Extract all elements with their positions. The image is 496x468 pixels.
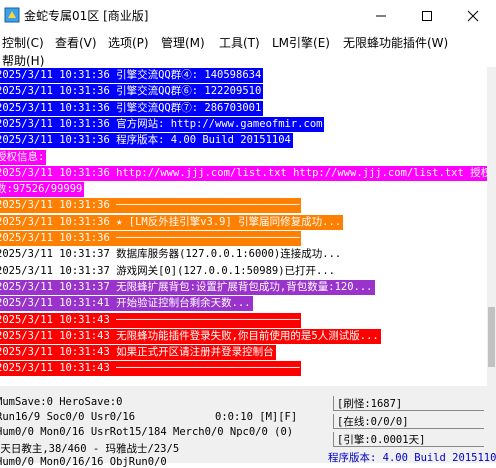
log-line: 数:97526/99999	[0, 182, 85, 198]
close-button[interactable]	[450, 0, 496, 31]
log-line: 2025/3/11 10:31:36 ─────────────────────…	[0, 198, 302, 214]
log-scrollbar[interactable]	[487, 67, 496, 386]
log-line: 2025/3/11 10:31:36 http://www.jjj.com/li…	[0, 165, 487, 181]
status-run: Run16/9 Soc0/0 Usr0/16	[0, 411, 136, 423]
log-line: 2025/3/11 10:31:37 游戏网关[0](127.0.0.1:509…	[0, 263, 338, 279]
log-line: 2025/3/11 10:31:36 ★ [LM反外挂引擎v3.9] 引擎届同修…	[0, 214, 344, 230]
log-line: 2025/3/11 10:31:43 如果正式开区请注册并登录控制台	[0, 345, 276, 361]
log-line: 2025/3/11 10:31:43 ─────────────────────…	[0, 361, 302, 377]
log-line: 2025/3/11 10:31:36 程序版本: 4.00 Build 2015…	[0, 133, 293, 149]
minimize-button[interactable]	[358, 0, 404, 31]
menu-plugin[interactable]: 无限蜂功能插件(W)	[343, 34, 448, 51]
online-count: [在线:0/0/0]	[337, 416, 409, 428]
log-line: 2025/3/11 10:31:36 ─────────────────────…	[0, 231, 302, 246]
refresh-count: [刷怪:1687]	[337, 398, 403, 410]
log-line: 2025/3/11 10:31:36 官方网站: http://www.game…	[0, 116, 325, 132]
status-boss: [天日教主,38/460 - 玛雅战士/23/5	[0, 443, 180, 455]
menu-tools[interactable]: 工具(T)	[219, 34, 260, 51]
menu-view[interactable]: 查看(V)	[55, 34, 97, 51]
window-title: 金蛇专属01区 [商业版]	[24, 9, 149, 23]
menu-control[interactable]: 控制(C)	[2, 34, 44, 51]
scroll-thumb[interactable]	[488, 307, 495, 367]
app-icon	[4, 7, 20, 23]
log-area[interactable]: 2025/3/11 10:31:36 引擎交流QQ群④: 140598634 20…	[0, 67, 487, 386]
log-line: 2025/3/11 10:31:36 引擎交流QQ群④: 140598634	[0, 68, 264, 83]
menu-options[interactable]: 选项(P)	[108, 34, 149, 51]
status-timer: 0:0:10 [M][F]	[215, 411, 298, 423]
status-objects: Hum0/0 Mon0/16/16 ObjRun0/0	[0, 456, 167, 468]
log-line: 授权信息:	[0, 149, 47, 165]
log-line: 2025/3/11 10:31:36 引擎交流QQ群⑥: 122209510	[0, 84, 264, 100]
status-save: MumSave:0 HeroSave:0	[0, 396, 123, 408]
menu-manage[interactable]: 管理(M)	[161, 34, 205, 51]
log-line: 2025/3/11 10:31:37 无限蜂扩展背包:设置扩展背包成功,背包数量…	[0, 279, 375, 295]
status-counts: Hum0/0 Mon0/16 UsrRot15/184 Merch0/0 Npc…	[0, 426, 294, 438]
engine-box: [引擎:0.0001天]	[333, 432, 484, 447]
menu-lm-engine[interactable]: LM引擎(E)	[272, 34, 330, 51]
title-bar: 金蛇专属01区 [商业版]	[0, 0, 496, 31]
maximize-button[interactable]	[404, 0, 450, 31]
log-line: 2025/3/11 10:31:43 ─────────────────────…	[0, 312, 302, 328]
menu-bar: 控制(C) 查看(V) 选项(P) 管理(M) 工具(T) LM引擎(E) 无限…	[0, 31, 496, 68]
log-line: 2025/3/11 10:31:37 数据库服务器(127.0.0.1:6000…	[0, 247, 344, 263]
log-line: 2025/3/11 10:31:41 开始验证控制台剩余天数...	[0, 296, 253, 312]
online-box: [在线:0/0/0]	[333, 414, 484, 429]
log-line: 2025/3/11 10:31:43 无限蜂功能插件登录失败,你目前使用的是5人…	[0, 328, 381, 344]
log-line: 2025/3/11 10:31:36 引擎交流QQ群⑦: 286703001	[0, 100, 264, 116]
status-panel: MumSave:0 HeroSave:0 Run16/9 Soc0/0 Usr0…	[0, 386, 496, 468]
engine-days: [引擎:0.0001天]	[337, 434, 426, 446]
refresh-box: [刷怪:1687]	[333, 396, 484, 411]
